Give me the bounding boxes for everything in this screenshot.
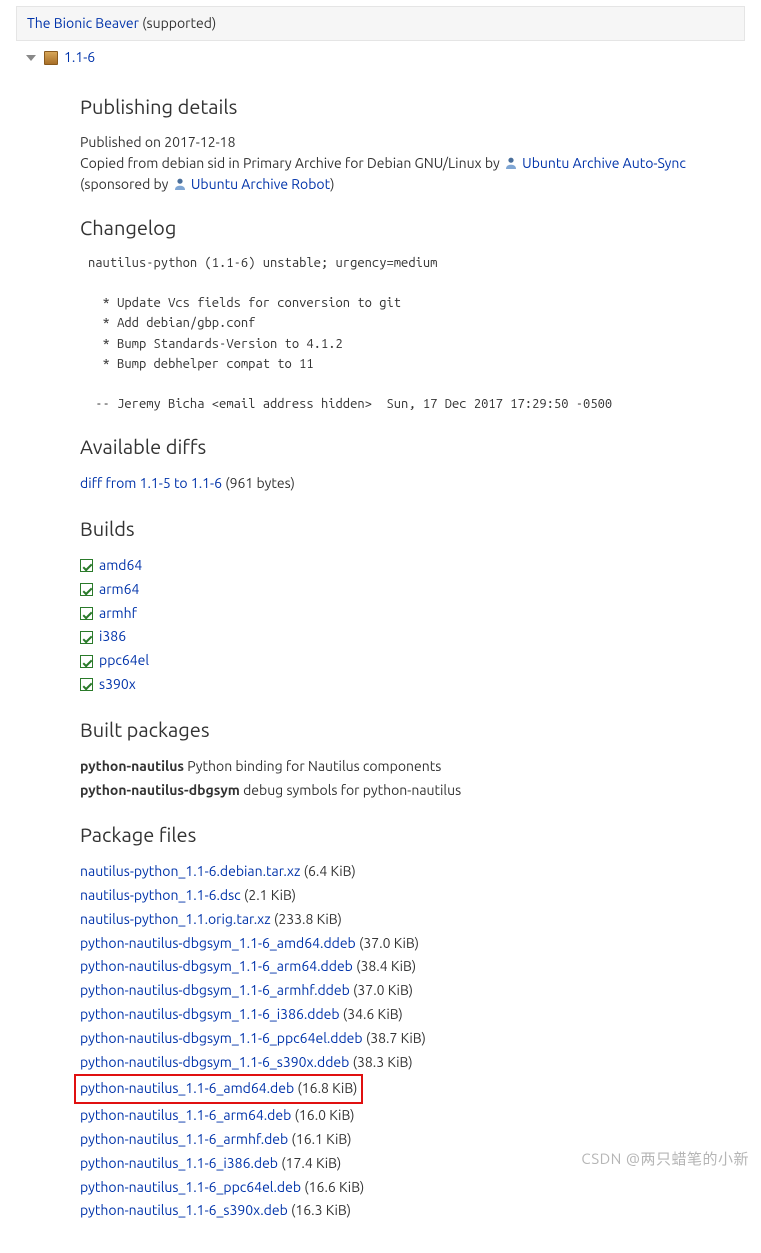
file-item: python-nautilus-dbgsym_1.1-6_amd64.ddeb … — [80, 932, 745, 956]
file-item: python-nautilus-dbgsym_1.1-6_armhf.ddeb … — [80, 979, 745, 1003]
build-link[interactable]: i386 — [99, 625, 126, 649]
copied-from: Copied from debian sid in Primary Archiv… — [80, 153, 745, 195]
build-link[interactable]: s390x — [99, 673, 136, 697]
version-row: 1.1-6 — [16, 41, 745, 74]
file-size: (38.4 KiB) — [353, 958, 416, 974]
file-item: nautilus-python_1.1-6.dsc (2.1 KiB) — [80, 884, 745, 908]
file-item: python-nautilus-dbgsym_1.1-6_i386.ddeb (… — [80, 1003, 745, 1027]
copied-prefix: Copied from debian sid in Primary Archiv… — [80, 155, 503, 171]
built-package-item: python-nautilus-dbgsym debug symbols for… — [80, 779, 745, 803]
build-link[interactable]: ppc64el — [99, 649, 149, 673]
file-size: (16.0 KiB) — [291, 1107, 354, 1123]
package-files-heading: Package files — [80, 820, 745, 850]
build-link[interactable]: armhf — [99, 602, 137, 626]
built-package-item: python-nautilus Python binding for Nauti… — [80, 755, 745, 779]
file-size: (37.0 KiB) — [356, 935, 419, 951]
file-size: (16.6 KiB) — [301, 1179, 364, 1195]
file-size: (233.8 KiB) — [271, 911, 342, 927]
diffs-heading: Available diffs — [80, 432, 745, 462]
file-link[interactable]: python-nautilus_1.1-6_armhf.deb — [80, 1131, 288, 1147]
check-icon — [80, 583, 93, 596]
file-link[interactable]: python-nautilus_1.1-6_arm64.deb — [80, 1107, 291, 1123]
distro-status: (supported) — [139, 15, 216, 31]
builds-heading: Builds — [80, 514, 745, 544]
file-size: (16.8 KiB) — [294, 1080, 357, 1096]
diff-size: (961 bytes) — [222, 475, 295, 491]
file-link[interactable]: python-nautilus-dbgsym_1.1-6_arm64.ddeb — [80, 958, 353, 974]
file-item: python-nautilus-dbgsym_1.1-6_s390x.ddeb … — [80, 1051, 745, 1075]
file-link[interactable]: nautilus-python_1.1-6.debian.tar.xz — [80, 863, 300, 879]
built-packages-list: python-nautilus Python binding for Nauti… — [80, 755, 745, 803]
file-size: (37.0 KiB) — [350, 982, 413, 998]
file-link[interactable]: python-nautilus-dbgsym_1.1-6_armhf.ddeb — [80, 982, 350, 998]
built-package-desc: debug symbols for python-nautilus — [240, 782, 461, 798]
file-link[interactable]: python-nautilus-dbgsym_1.1-6_amd64.ddeb — [80, 935, 356, 951]
file-item: nautilus-python_1.1.orig.tar.xz (233.8 K… — [80, 908, 745, 932]
file-link[interactable]: python-nautilus_1.1-6_ppc64el.deb — [80, 1179, 301, 1195]
file-link[interactable]: nautilus-python_1.1.orig.tar.xz — [80, 911, 271, 927]
chevron-down-icon[interactable] — [26, 55, 36, 61]
check-icon — [80, 559, 93, 572]
built-package-desc: Python binding for Nautilus components — [184, 758, 441, 774]
distro-link[interactable]: The Bionic Beaver — [27, 15, 139, 31]
file-size: (16.3 KiB) — [288, 1202, 351, 1218]
person-icon — [504, 155, 518, 169]
file-link[interactable]: nautilus-python_1.1-6.dsc — [80, 887, 241, 903]
file-size: (34.6 KiB) — [340, 1006, 403, 1022]
build-item: amd64 — [80, 554, 745, 578]
file-item: python-nautilus_1.1-6_s390x.deb (16.3 Ki… — [80, 1199, 745, 1223]
file-size: (17.4 KiB) — [278, 1155, 341, 1171]
build-item: i386 — [80, 625, 745, 649]
check-icon — [80, 655, 93, 668]
file-size: (6.4 KiB) — [300, 863, 355, 879]
file-link[interactable]: python-nautilus_1.1-6_amd64.deb — [80, 1080, 294, 1096]
file-size: (16.1 KiB) — [288, 1131, 351, 1147]
build-link[interactable]: arm64 — [99, 578, 139, 602]
highlighted-file: python-nautilus_1.1-6_amd64.deb (16.8 Ki… — [74, 1074, 363, 1104]
file-link[interactable]: python-nautilus-dbgsym_1.1-6_ppc64el.dde… — [80, 1030, 363, 1046]
watermark: CSDN @两只蜡笔的小新 — [581, 1148, 749, 1171]
build-item: arm64 — [80, 578, 745, 602]
built-package-name: python-nautilus — [80, 758, 184, 774]
sponsored-suffix: ) — [330, 176, 334, 192]
build-item: armhf — [80, 602, 745, 626]
diff-item: diff from 1.1-5 to 1.1-6 (961 bytes) — [80, 472, 745, 496]
content: Publishing details Published on 2017-12-… — [80, 92, 745, 1223]
file-link[interactable]: python-nautilus-dbgsym_1.1-6_s390x.ddeb — [80, 1054, 349, 1070]
built-packages-heading: Built packages — [80, 715, 745, 745]
check-icon — [80, 678, 93, 691]
sponsored-prefix: (sponsored by — [80, 176, 172, 192]
publishing-heading: Publishing details — [80, 92, 745, 122]
changelog-heading: Changelog — [80, 213, 745, 243]
build-item: ppc64el — [80, 649, 745, 673]
builds-list: amd64arm64armhfi386ppc64els390x — [80, 554, 745, 697]
changelog-text: nautilus-python (1.1-6) unstable; urgenc… — [88, 253, 745, 414]
file-size: (2.1 KiB) — [241, 887, 296, 903]
file-item: python-nautilus-dbgsym_1.1-6_ppc64el.dde… — [80, 1027, 745, 1051]
version-link[interactable]: 1.1-6 — [64, 47, 95, 68]
package-icon — [44, 51, 58, 65]
check-icon — [80, 631, 93, 644]
person-icon — [173, 176, 187, 190]
file-item: python-nautilus-dbgsym_1.1-6_arm64.ddeb … — [80, 955, 745, 979]
file-item: nautilus-python_1.1-6.debian.tar.xz (6.4… — [80, 860, 745, 884]
auto-sync-link[interactable]: Ubuntu Archive Auto-Sync — [522, 155, 686, 171]
file-item: python-nautilus_1.1-6_ppc64el.deb (16.6 … — [80, 1176, 745, 1200]
published-date: Published on 2017-12-18 — [80, 132, 745, 153]
file-link[interactable]: python-nautilus_1.1-6_i386.deb — [80, 1155, 278, 1171]
check-icon — [80, 607, 93, 620]
file-item: python-nautilus_1.1-6_amd64.deb (16.8 Ki… — [80, 1074, 745, 1104]
build-link[interactable]: amd64 — [99, 554, 142, 578]
file-size: (38.3 KiB) — [349, 1054, 412, 1070]
robot-link[interactable]: Ubuntu Archive Robot — [191, 176, 330, 192]
build-item: s390x — [80, 673, 745, 697]
file-item: python-nautilus_1.1-6_arm64.deb (16.0 Ki… — [80, 1104, 745, 1128]
diff-link[interactable]: diff from 1.1-5 to 1.1-6 — [80, 475, 222, 491]
file-size: (38.7 KiB) — [363, 1030, 426, 1046]
built-package-name: python-nautilus-dbgsym — [80, 782, 240, 798]
file-link[interactable]: python-nautilus-dbgsym_1.1-6_i386.ddeb — [80, 1006, 340, 1022]
file-link[interactable]: python-nautilus_1.1-6_s390x.deb — [80, 1202, 288, 1218]
distro-header: The Bionic Beaver (supported) — [16, 6, 745, 41]
